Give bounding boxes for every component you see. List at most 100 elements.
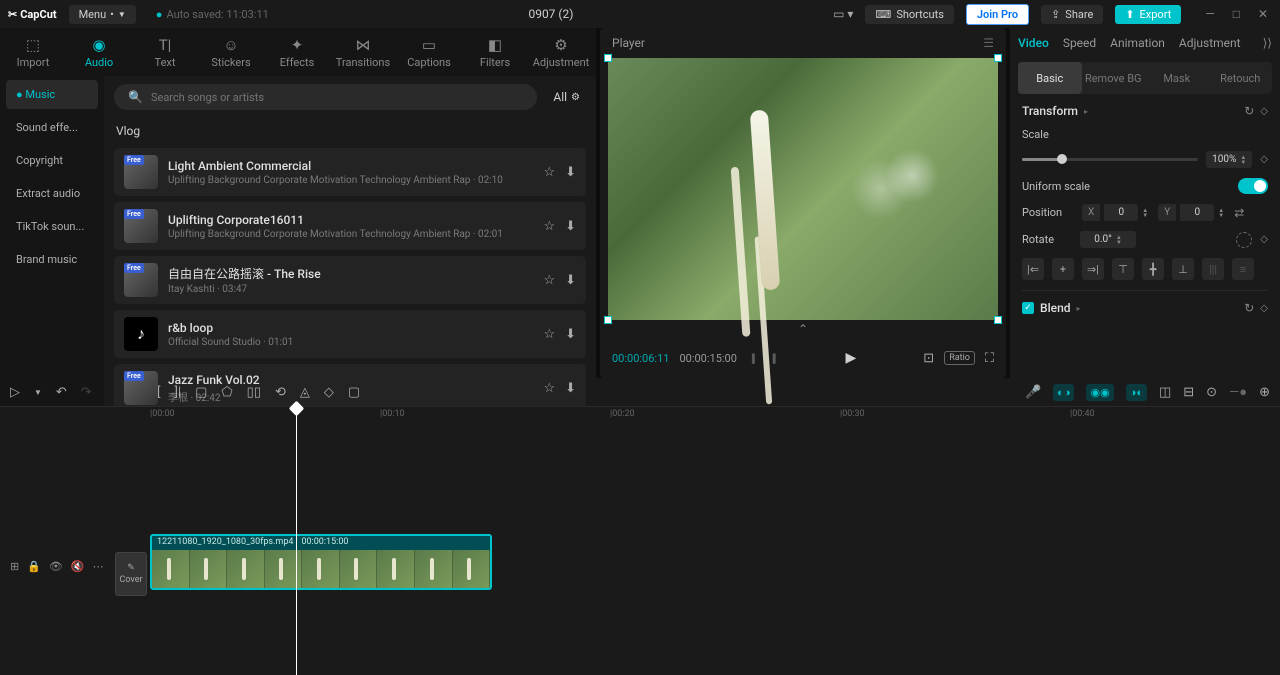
favorite-icon[interactable]: ☆ (543, 381, 555, 396)
zoom-slider-icon[interactable]: ⊙ (1206, 385, 1217, 400)
maximize-button[interactable]: □ (1229, 5, 1244, 23)
sidebar-item-copyright[interactable]: Copyright (6, 146, 98, 175)
compare-icon[interactable]: ||| (751, 351, 754, 365)
filter-all-button[interactable]: All ⚙ (547, 90, 586, 104)
play-button[interactable]: ▶ (846, 350, 857, 366)
timeline[interactable]: ⊞ 🔒 👁 🔇 ⋯ ✎ Cover 12211080_1920_1080_30f… (0, 424, 1280, 675)
mic-icon[interactable]: 🎤 (1025, 385, 1041, 400)
ratio-button[interactable]: Ratio (944, 351, 975, 365)
align-top-icon[interactable]: ⊤ (1112, 258, 1134, 280)
export-button[interactable]: ⬆Export (1115, 5, 1181, 24)
zoom-out-icon[interactable]: ⊟ (1183, 385, 1194, 400)
uniform-scale-toggle[interactable] (1238, 178, 1268, 194)
rtab-video[interactable]: Video (1018, 36, 1049, 50)
track-icon[interactable]: ◫ (1159, 385, 1171, 400)
favorite-icon[interactable]: ☆ (543, 165, 555, 180)
menu-button[interactable]: Menu • ▼ (69, 5, 136, 24)
position-x-input[interactable]: X0▲▼ (1082, 204, 1148, 221)
tab-filters[interactable]: ◧Filters (462, 28, 528, 76)
download-icon[interactable]: ⬇ (565, 381, 576, 396)
favorite-icon[interactable]: ☆ (543, 273, 555, 288)
playhead[interactable] (296, 407, 297, 424)
subtab-mask[interactable]: Mask (1145, 62, 1209, 94)
crop-icon[interactable]: ▢ (195, 385, 207, 400)
link-icon[interactable]: ◉◉ (1086, 384, 1113, 401)
zoom-in-icon[interactable]: —● (1229, 384, 1247, 400)
snap-icon[interactable]: ⊡ (923, 351, 934, 366)
download-icon[interactable]: ⬇ (565, 327, 576, 342)
freeze-icon[interactable]: ▢ (348, 385, 360, 400)
keyframe-icon[interactable]: ◇ (1260, 154, 1268, 165)
fullscreen-icon[interactable]: ⛶ (985, 351, 994, 366)
resize-handle[interactable] (604, 316, 612, 324)
reset-transform-icon[interactable]: ↻ (1244, 104, 1254, 118)
join-pro-button[interactable]: Join Pro (966, 4, 1029, 25)
download-icon[interactable]: ⬇ (565, 219, 576, 234)
minimize-button[interactable]: — (1201, 5, 1218, 23)
search-input-wrap[interactable]: 🔍 (114, 84, 537, 110)
rtab-speed[interactable]: Speed (1063, 36, 1096, 50)
resize-handle[interactable] (994, 316, 1002, 324)
music-track[interactable]: ♪ r&b loopOfficial Sound Studio · 01:01 … (114, 310, 586, 358)
reverse-icon[interactable]: ⟲ (275, 385, 286, 400)
tab-adjustment[interactable]: ⚙Adjustment (528, 28, 594, 76)
mute-icon[interactable]: 🔇 (71, 560, 85, 573)
distribute-h-icon[interactable]: ||| (1202, 258, 1224, 280)
sidebar-item-music[interactable]: ● Music (6, 80, 98, 109)
flip-icon[interactable]: ◬ (300, 385, 310, 400)
subtab-remove-bg[interactable]: Remove BG (1082, 62, 1146, 94)
lock-icon[interactable]: 🔒 (27, 560, 41, 573)
align-bottom-icon[interactable]: ⊥ (1172, 258, 1194, 280)
selection-tool-icon[interactable]: ▷ (10, 385, 20, 400)
sidebar-item-tiktok-sounds[interactable]: TikTok soun... (6, 212, 98, 241)
rtab-adjustment[interactable]: Adjustment (1179, 36, 1241, 50)
add-track-icon[interactable]: ⊞ (10, 560, 19, 573)
transform-header[interactable]: Transform▸ ↻ ◇ (1022, 104, 1268, 118)
scale-value[interactable]: 100%▲▼ (1206, 151, 1252, 168)
subtab-basic[interactable]: Basic (1018, 62, 1082, 94)
align-center-h-icon[interactable]: + (1052, 258, 1074, 280)
playhead-line[interactable] (296, 424, 297, 675)
player-menu-icon[interactable]: ☰ (983, 36, 994, 50)
position-y-input[interactable]: Y0▲▼ (1158, 204, 1224, 221)
subtab-retouch[interactable]: Retouch (1209, 62, 1273, 94)
preview-icon[interactable]: ◑◐ (1126, 384, 1147, 401)
more-tabs-icon[interactable]: ⟩⟩ (1263, 36, 1272, 50)
align-left-icon[interactable]: |⇐ (1022, 258, 1044, 280)
keyframe-icon[interactable]: ◇ (1260, 234, 1268, 245)
sidebar-item-sound-effects[interactable]: Sound effe... (6, 113, 98, 142)
keyframe-icon[interactable]: ◇ (1260, 106, 1268, 117)
tab-audio[interactable]: ◉Audio (66, 28, 132, 76)
reset-blend-icon[interactable]: ↻ (1244, 301, 1254, 315)
align-center-v-icon[interactable]: ╋ (1142, 258, 1164, 280)
download-icon[interactable]: ⬇ (565, 273, 576, 288)
magnet-icon[interactable]: ◐◑ (1053, 384, 1074, 401)
split-right-icon[interactable]: ]| (174, 385, 181, 400)
align-right-icon[interactable]: ⇒| (1082, 258, 1104, 280)
redo-icon[interactable]: ↷ (81, 385, 92, 400)
shortcuts-button[interactable]: ⌨Shortcuts (865, 5, 953, 24)
scale-slider[interactable] (1022, 158, 1198, 161)
compare-icon-2[interactable]: ||| (772, 351, 775, 365)
search-input[interactable] (151, 91, 523, 104)
undo-icon[interactable]: ↶ (56, 385, 67, 400)
music-track[interactable]: Free Uplifting Corporate16011Uplifting B… (114, 202, 586, 250)
distribute-v-icon[interactable]: ≡ (1232, 258, 1254, 280)
close-button[interactable]: ✕ (1254, 5, 1272, 23)
tab-import[interactable]: ⬚Import (0, 28, 66, 76)
resize-handle[interactable] (604, 54, 612, 62)
shield-icon[interactable]: ⬠ (221, 385, 232, 400)
tab-stickers[interactable]: ☺Stickers (198, 28, 264, 76)
keyframe-icon[interactable]: ◇ (1260, 303, 1268, 314)
download-icon[interactable]: ⬇ (565, 165, 576, 180)
link-xy-icon[interactable]: ⇄ (1234, 206, 1244, 220)
sidebar-item-extract-audio[interactable]: Extract audio (6, 179, 98, 208)
rotate-value[interactable]: 0.0°▲▼ (1080, 231, 1136, 248)
tab-transitions[interactable]: ⋈Transitions (330, 28, 396, 76)
rotate-icon[interactable]: ◇ (324, 385, 334, 400)
rtab-animation[interactable]: Animation (1110, 36, 1165, 50)
favorite-icon[interactable]: ☆ (543, 219, 555, 234)
tab-captions[interactable]: ▭Captions (396, 28, 462, 76)
more-icon[interactable]: ⋯ (93, 560, 104, 573)
video-preview[interactable] (608, 58, 998, 320)
